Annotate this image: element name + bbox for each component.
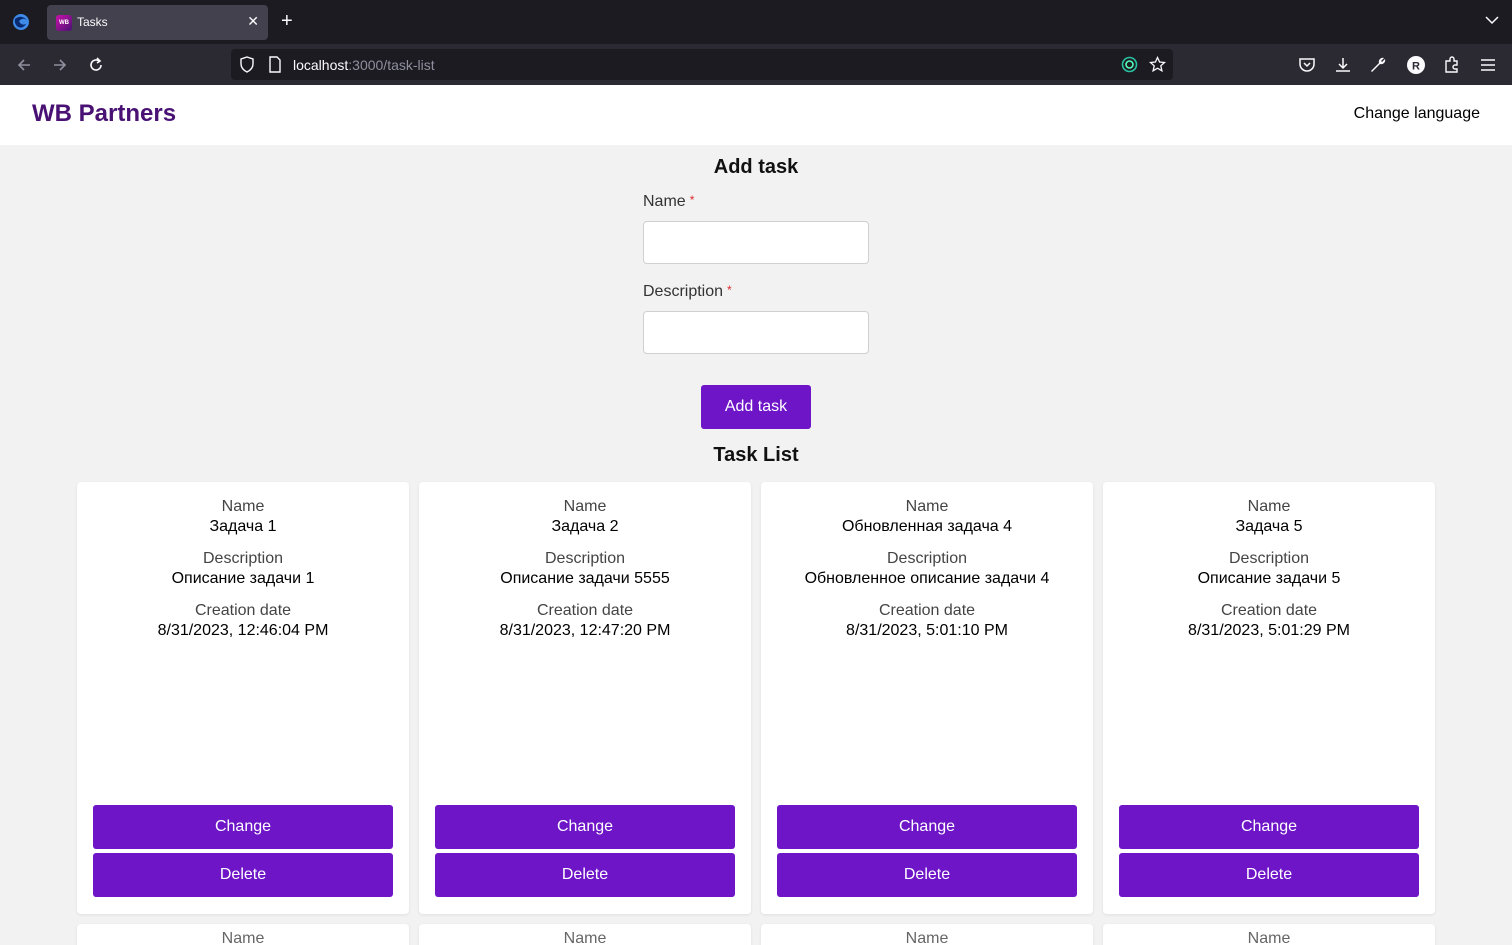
extensions-puzzle-icon[interactable] xyxy=(1442,55,1462,75)
app-header: WB Partners Change language xyxy=(0,85,1512,145)
delete-task-button[interactable]: Delete xyxy=(435,853,735,897)
task-name-label: Name xyxy=(563,930,607,945)
tab-title: Tasks xyxy=(77,15,108,29)
account-avatar-icon[interactable]: R xyxy=(1406,55,1426,75)
task-description: Описание задачи 1 xyxy=(171,570,315,587)
task-card: Name Задача 5 Description Описание задач… xyxy=(1103,482,1435,914)
reload-icon[interactable] xyxy=(86,55,106,75)
firefox-icon[interactable] xyxy=(11,12,31,32)
extension-target-icon[interactable] xyxy=(1121,56,1138,73)
required-mark: * xyxy=(727,283,732,297)
task-date: 8/31/2023, 5:01:29 PM xyxy=(1188,622,1350,639)
page-icon xyxy=(269,56,281,73)
task-description: Описание задачи 5555 xyxy=(500,570,670,587)
task-description-label: Description xyxy=(202,550,284,567)
shield-icon[interactable] xyxy=(239,56,255,73)
back-arrow-icon[interactable] xyxy=(14,55,34,75)
task-description-label: Description xyxy=(886,550,968,567)
add-task-button[interactable]: Add task xyxy=(701,385,811,429)
task-date-label: Creation date xyxy=(878,602,976,619)
change-task-button[interactable]: Change xyxy=(777,805,1077,849)
task-card-partial: Name xyxy=(77,924,409,945)
task-card-partial: Name xyxy=(419,924,751,945)
task-date-label: Creation date xyxy=(194,602,292,619)
task-card-partial: Name xyxy=(761,924,1093,945)
browser-tab-active[interactable]: WB Tasks ✕ xyxy=(47,5,268,40)
svg-text:R: R xyxy=(1412,61,1420,73)
bookmark-star-icon[interactable] xyxy=(1149,56,1166,73)
task-name-label: Name xyxy=(905,930,949,945)
pocket-icon[interactable] xyxy=(1297,55,1317,75)
forward-arrow-icon[interactable] xyxy=(50,55,70,75)
required-mark: * xyxy=(689,193,695,207)
task-date: 8/31/2023, 12:46:04 PM xyxy=(157,622,329,639)
task-description: Описание задачи 5 xyxy=(1197,570,1341,587)
delete-task-button[interactable]: Delete xyxy=(777,853,1077,897)
task-name: Задача 2 xyxy=(551,518,619,535)
change-task-button[interactable]: Change xyxy=(435,805,735,849)
task-name: Задача 5 xyxy=(1235,518,1303,535)
name-input[interactable] xyxy=(643,221,869,264)
change-task-button[interactable]: Change xyxy=(1119,805,1419,849)
wb-favicon-icon: WB xyxy=(56,15,72,31)
task-name-label: Name xyxy=(1247,498,1291,515)
task-list-title: Task List xyxy=(713,444,799,466)
task-name-label: Name xyxy=(563,498,607,515)
menu-hamburger-icon[interactable] xyxy=(1478,55,1498,75)
task-name: Задача 1 xyxy=(209,518,277,535)
task-list: Name Задача 1 Description Описание задач… xyxy=(77,482,1435,945)
new-tab-icon[interactable]: + xyxy=(281,10,293,32)
url-text[interactable]: localhost:3000/task-list xyxy=(293,57,435,73)
add-task-title: Add task xyxy=(713,156,799,178)
task-card: Name Задача 1 Description Описание задач… xyxy=(77,482,409,914)
task-name-label: Name xyxy=(905,498,949,515)
task-description: Обновленное описание задачи 4 xyxy=(804,570,1050,587)
change-task-button[interactable]: Change xyxy=(93,805,393,849)
delete-task-button[interactable]: Delete xyxy=(93,853,393,897)
task-description-label: Description xyxy=(544,550,626,567)
wrench-icon[interactable] xyxy=(1369,55,1389,75)
task-date-label: Creation date xyxy=(536,602,634,619)
task-date: 8/31/2023, 5:01:10 PM xyxy=(846,622,1008,639)
name-field-label: Name * xyxy=(643,193,694,211)
task-date: 8/31/2023, 12:47:20 PM xyxy=(499,622,671,639)
browser-navbar: localhost:3000/task-list R xyxy=(0,44,1512,85)
url-host: localhost xyxy=(293,57,349,73)
close-tab-icon[interactable]: ✕ xyxy=(247,13,259,30)
task-card-partial: Name xyxy=(1103,924,1435,945)
url-bar[interactable]: localhost:3000/task-list xyxy=(231,49,1173,80)
task-name: Обновленная задача 4 xyxy=(841,518,1013,535)
description-label-text: Description xyxy=(643,283,724,300)
chevron-down-icon[interactable] xyxy=(1484,12,1500,28)
description-input[interactable] xyxy=(643,311,869,354)
task-name-label: Name xyxy=(1247,930,1291,945)
delete-task-button[interactable]: Delete xyxy=(1119,853,1419,897)
task-card: Name Обновленная задача 4 Description Об… xyxy=(761,482,1093,914)
task-card: Name Задача 2 Description Описание задач… xyxy=(419,482,751,914)
name-label-text: Name xyxy=(643,193,686,210)
task-name-label: Name xyxy=(221,930,265,945)
download-icon[interactable] xyxy=(1333,55,1353,75)
url-path: :3000/task-list xyxy=(348,57,435,73)
app-logo[interactable]: WB Partners xyxy=(32,100,176,128)
task-description-label: Description xyxy=(1228,550,1310,567)
change-language-button[interactable]: Change language xyxy=(1354,105,1480,123)
task-date-label: Creation date xyxy=(1220,602,1318,619)
browser-tabbar: WB Tasks ✕ + xyxy=(0,0,1512,44)
description-field-label: Description * xyxy=(643,283,732,301)
task-name-label: Name xyxy=(221,498,265,515)
